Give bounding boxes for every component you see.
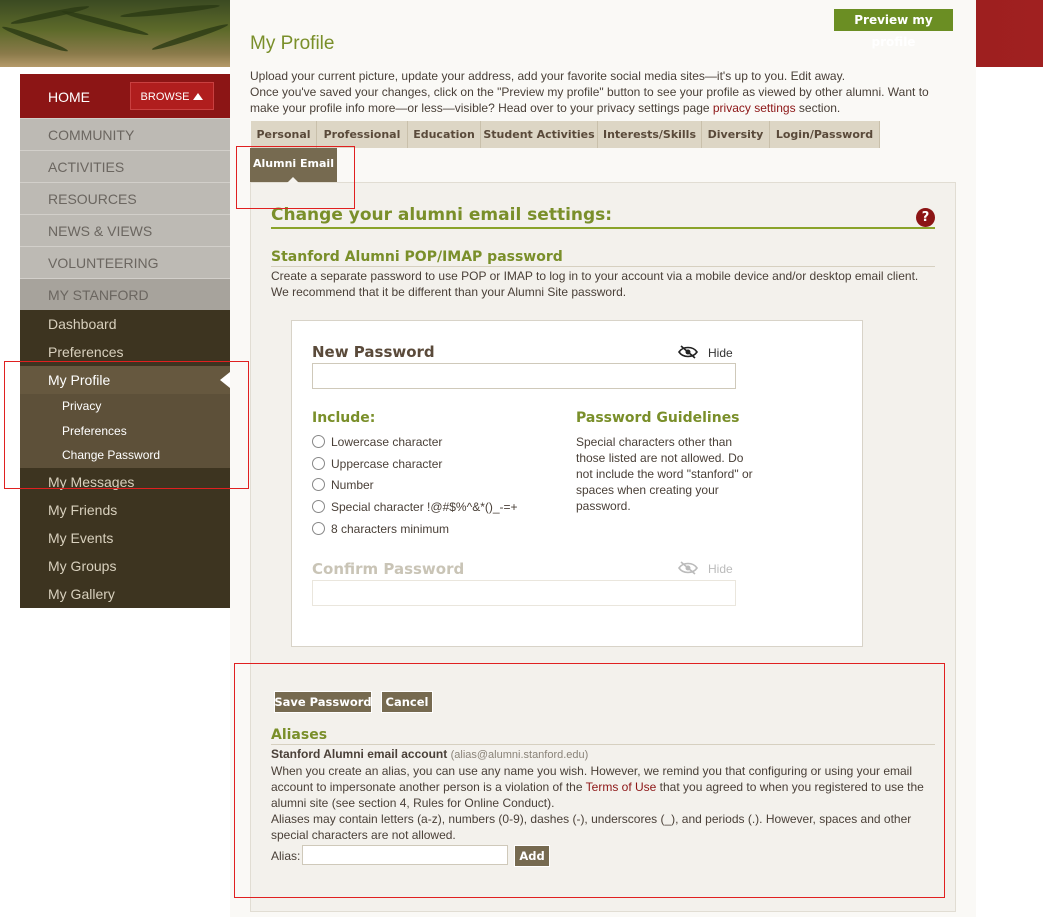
confirm-password-label: Confirm Password xyxy=(312,560,465,578)
tab-professional[interactable]: Professional xyxy=(317,121,408,148)
rule-lowercase: Lowercase character xyxy=(312,433,442,451)
nav-community[interactable]: COMMUNITY xyxy=(20,118,230,150)
tab-education[interactable]: Education xyxy=(408,121,481,148)
nav-news-views[interactable]: NEWS & VIEWS xyxy=(20,214,230,246)
highlight-box-nav xyxy=(4,361,249,489)
tab-diversity[interactable]: Diversity xyxy=(702,121,770,148)
help-icon[interactable]: ? xyxy=(916,208,935,227)
browse-button[interactable]: BROWSE xyxy=(130,82,214,110)
rule-length: 8 characters minimum xyxy=(312,520,449,538)
highlight-box-tab xyxy=(236,146,355,209)
tab-student-activities[interactable]: Student Activities xyxy=(481,121,598,148)
nav-my-events[interactable]: My Events xyxy=(20,524,230,552)
nav-activities[interactable]: ACTIVITIES xyxy=(20,150,230,182)
pop-desc-1: Create a separate password to use POP or… xyxy=(271,269,919,283)
nav-dashboard[interactable]: Dashboard xyxy=(20,310,230,338)
intro-text: Upload your current picture, update your… xyxy=(250,68,960,116)
rule-uppercase-label: Uppercase character xyxy=(331,457,443,471)
nav-my-groups[interactable]: My Groups xyxy=(20,552,230,580)
rule-lowercase-label: Lowercase character xyxy=(331,435,443,449)
rule-length-label: 8 characters minimum xyxy=(331,522,450,536)
tab-interests-skills[interactable]: Interests/Skills xyxy=(598,121,702,148)
circle-icon xyxy=(312,478,325,491)
rule-special: Special character !@#$%^&*()_-=+ xyxy=(312,498,518,516)
intro-line-2-end: section. xyxy=(795,101,841,115)
nav-my-friends[interactable]: My Friends xyxy=(20,496,230,524)
triangle-up-icon xyxy=(193,93,204,100)
tab-login-password[interactable]: Login/Password xyxy=(770,121,880,148)
confirm-password-input[interactable] xyxy=(312,580,736,606)
page-title: My Profile xyxy=(250,33,335,54)
eye-off-icon[interactable] xyxy=(678,561,698,575)
pop-imap-heading: Stanford Alumni POP/IMAP password xyxy=(271,249,563,265)
password-guidelines-heading: Password Guidelines xyxy=(576,410,740,426)
pop-desc-2: We recommend that it be different than y… xyxy=(271,285,627,299)
circle-icon xyxy=(312,457,325,470)
include-heading: Include: xyxy=(312,410,376,426)
left-nav: HOME BROWSE COMMUNITY ACTIVITIES RESOURC… xyxy=(20,74,230,608)
password-guidelines-text: Special characters other than those list… xyxy=(576,435,753,513)
hide-confirm-password-button[interactable]: Hide xyxy=(708,562,733,576)
circle-icon xyxy=(312,522,325,535)
nav-my-stanford[interactable]: MY STANFORD xyxy=(20,278,230,310)
eye-off-icon[interactable] xyxy=(678,345,698,359)
intro-line-1: Upload your current picture, update your… xyxy=(250,69,846,83)
pop-imap-description: Create a separate password to use POP or… xyxy=(271,268,935,300)
tab-personal[interactable]: Personal xyxy=(251,121,317,148)
new-password-label: New Password xyxy=(312,343,435,361)
circle-icon xyxy=(312,435,325,448)
highlight-box-actions xyxy=(234,663,945,898)
home-link[interactable]: HOME xyxy=(48,89,90,105)
nav-my-gallery[interactable]: My Gallery xyxy=(20,580,230,608)
new-password-input[interactable] xyxy=(312,363,736,389)
rule-number-label: Number xyxy=(331,478,374,492)
rule-uppercase: Uppercase character xyxy=(312,455,442,473)
rule-number: Number xyxy=(312,476,374,494)
palm-photo xyxy=(0,0,230,67)
right-margin xyxy=(976,67,1043,917)
privacy-settings-link[interactable]: privacy settings xyxy=(713,101,796,115)
hide-new-password-button[interactable]: Hide xyxy=(708,346,733,360)
nav-resources[interactable]: RESOURCES xyxy=(20,182,230,214)
rule-special-label: Special character !@#$%^&*()_-=+ xyxy=(331,500,518,514)
heading-divider xyxy=(271,227,935,229)
pop-imap-divider xyxy=(271,266,935,267)
nav-volunteering[interactable]: VOLUNTEERING xyxy=(20,246,230,278)
circle-icon xyxy=(312,500,325,513)
preview-profile-button[interactable]: Preview my profile xyxy=(834,9,953,49)
home-bar: HOME BROWSE xyxy=(20,74,230,118)
browse-label: BROWSE xyxy=(140,91,190,103)
